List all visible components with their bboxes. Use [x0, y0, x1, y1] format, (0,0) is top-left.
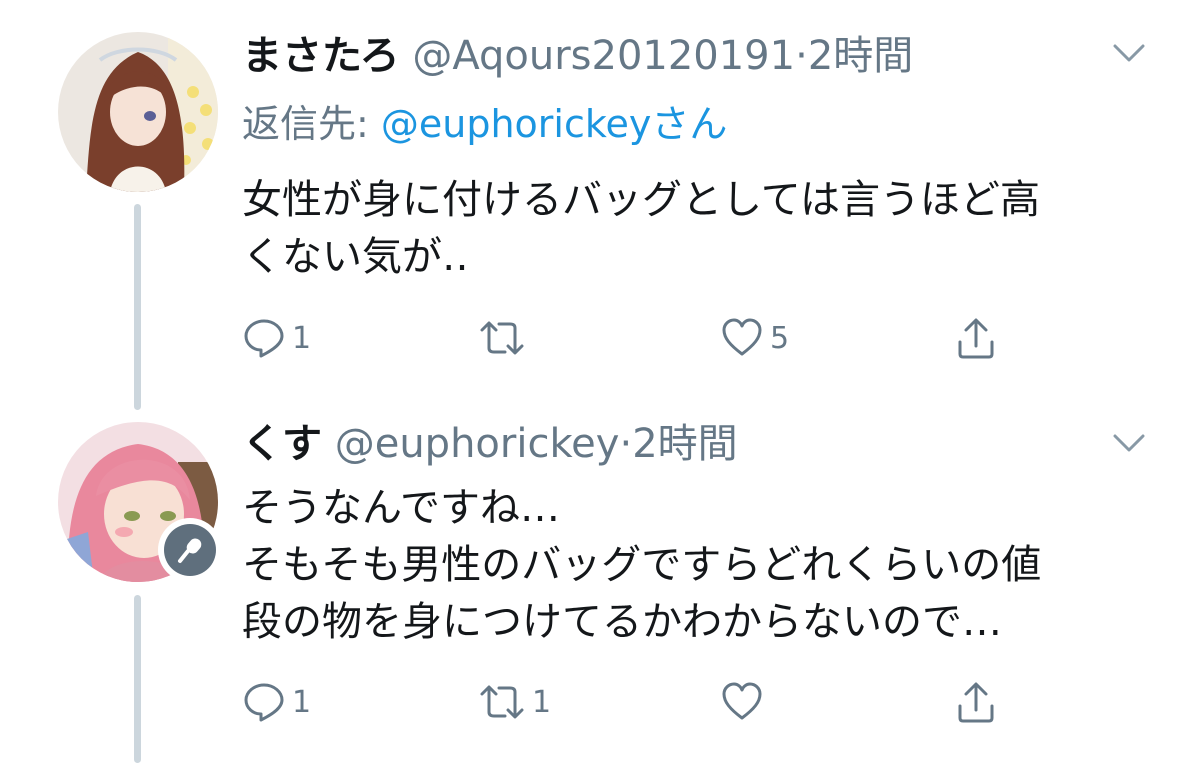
chevron-down-icon[interactable] [1112, 432, 1146, 454]
display-name[interactable]: くす [242, 421, 322, 467]
action-bar: 1 5 [242, 314, 1022, 362]
badge [158, 518, 222, 582]
like-button[interactable] [720, 678, 770, 726]
tweet-text-line: そうなんですね… [242, 485, 560, 531]
reply-mention-link[interactable]: @euphorickey [381, 102, 652, 146]
reply-button[interactable]: 1 [242, 678, 311, 726]
action-bar: 1 1 [242, 678, 1022, 726]
like-button[interactable]: 5 [720, 314, 789, 362]
tweet-text: そうなんですね… そもそも男性のバッグですらどれくらいの値 段の物を身につけてる… [242, 480, 1142, 651]
heart-icon [722, 318, 762, 356]
handle[interactable]: @Aqours20120191 [412, 33, 795, 79]
retweet-icon [480, 685, 524, 719]
separator-dot: · [619, 421, 633, 467]
share-icon [958, 682, 994, 723]
reply-label: 返信先: [242, 102, 381, 146]
like-count: 5 [770, 320, 790, 356]
tweet[interactable]: まさたろ @Aqours20120191·2時間 返信先: @euphorick… [0, 0, 1200, 410]
share-button[interactable] [954, 314, 998, 362]
share-button[interactable] [954, 678, 998, 726]
reply-context: 返信先: @euphorickeyさん [242, 100, 727, 148]
reply-suffix: さん [651, 102, 728, 146]
tweet-text-line: 段の物を身につけてるかわからないので… [242, 599, 1002, 645]
reply-count: 1 [292, 320, 312, 356]
avatar[interactable] [58, 32, 218, 192]
separator-dot: · [795, 33, 808, 79]
reply-icon [244, 319, 284, 358]
retweet-button[interactable] [478, 314, 532, 362]
reply-icon [244, 683, 284, 722]
heart-icon [722, 682, 762, 720]
thread-line [134, 204, 141, 410]
retweet-icon [480, 321, 524, 355]
tweet-header: まさたろ @Aqours20120191·2時間 [242, 30, 913, 82]
thread-line [134, 595, 141, 763]
reply-count: 1 [292, 684, 312, 720]
retweet-button[interactable]: 1 [478, 678, 551, 726]
timestamp[interactable]: 2時間 [808, 33, 913, 79]
tweet-text: 女性が身に付けるバッグとしては言うほど高 くない気が‥ [242, 172, 1142, 286]
handle[interactable]: @euphorickey [335, 421, 620, 467]
display-name[interactable]: まさたろ [242, 33, 400, 79]
tweet-text-line: 女性が身に付けるバッグとしては言うほど高 [242, 177, 1040, 223]
chevron-down-icon[interactable] [1112, 42, 1146, 64]
tweet-header: くす @euphorickey·2時間 [242, 418, 738, 470]
tweet-text-line: くない気が‥ [242, 234, 469, 280]
tweet-text-line: そもそも男性のバッグですらどれくらいの値 [242, 542, 1042, 588]
timestamp[interactable]: 2時間 [632, 421, 737, 467]
tweet[interactable]: くす @euphorickey·2時間 そうなんですね… そもそも男性のバッグで… [0, 400, 1200, 784]
retweet-count: 1 [532, 684, 552, 720]
microphone-icon [178, 538, 202, 563]
reply-button[interactable]: 1 [242, 314, 311, 362]
share-icon [958, 318, 994, 359]
